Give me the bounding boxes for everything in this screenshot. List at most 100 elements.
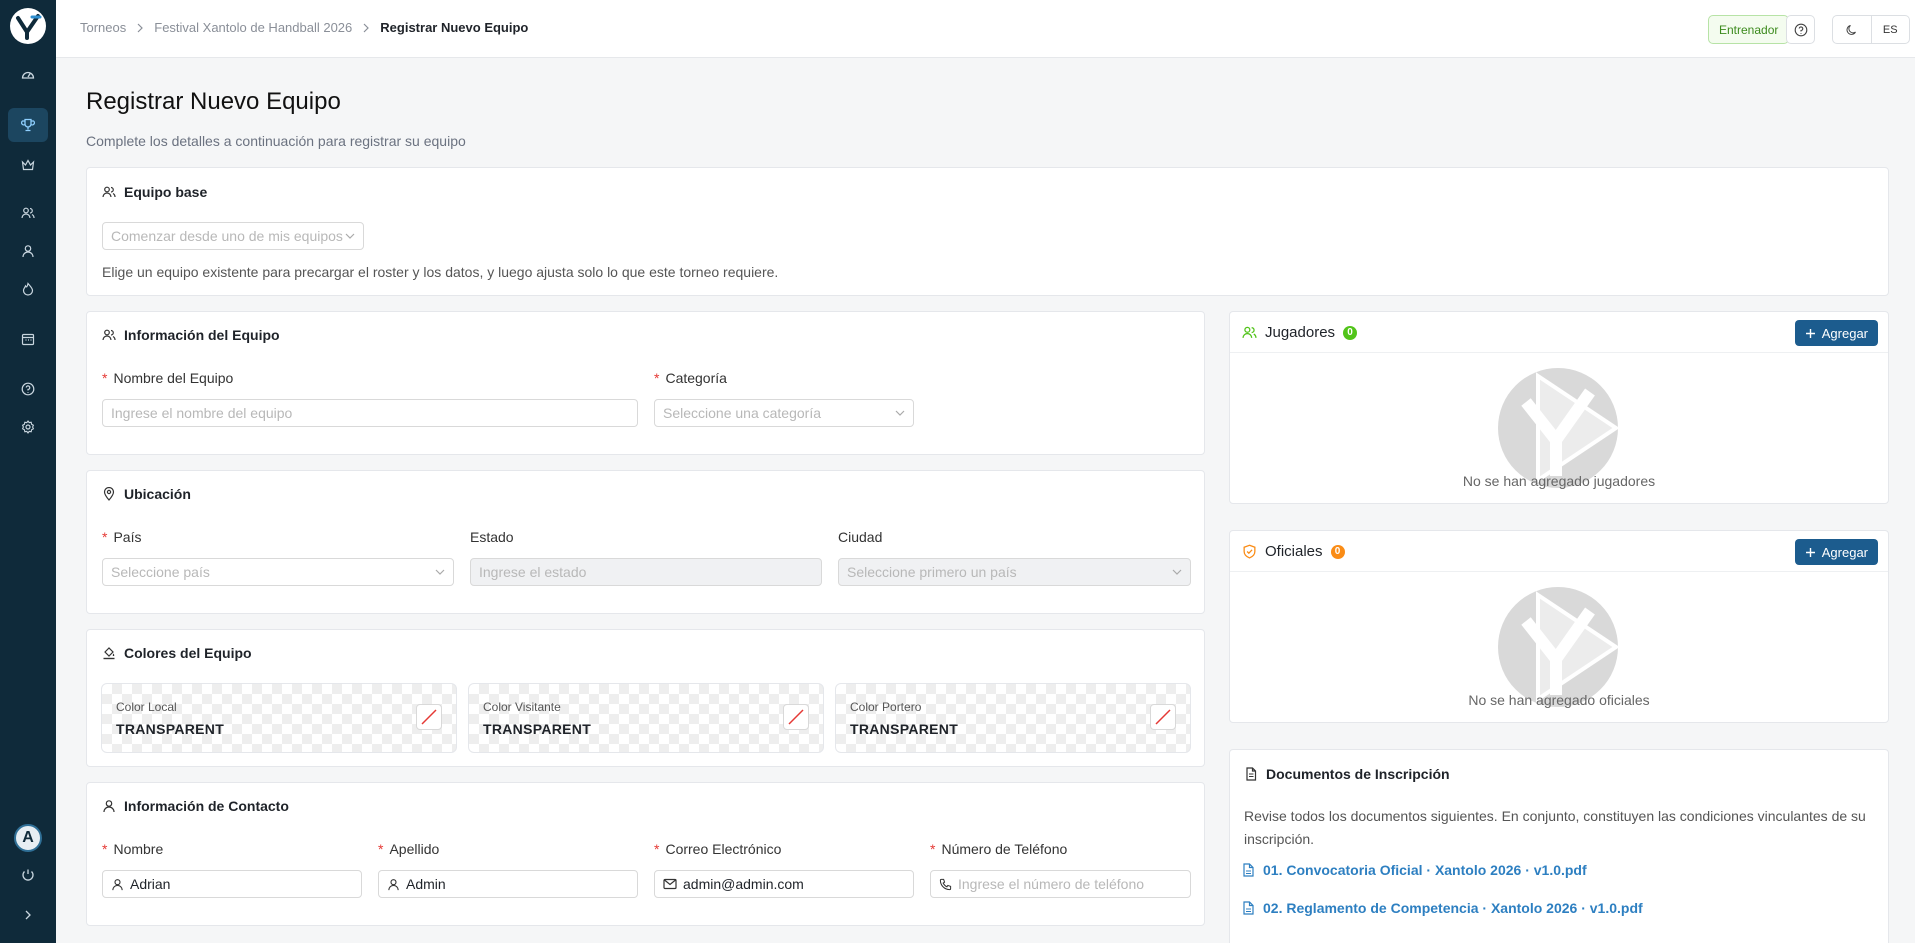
page-title: Registrar Nuevo Equipo [86,88,341,115]
document-link-label: 02. Reglamento de Competencia · Xantolo … [1263,900,1643,916]
dashboard-icon [21,71,35,79]
input-value: Adrian [130,876,171,892]
players-count-badge: 0 [1343,325,1358,340]
sidebar-item-tournaments[interactable] [8,108,48,142]
last-name-input[interactable]: Admin [378,870,638,898]
document-link[interactable]: 01. Convocatoria Oficial · Xantolo 2026 … [1242,862,1587,878]
input-placeholder: Ingrese el nombre del equipo [111,405,293,421]
document-link-label: 01. Convocatoria Oficial · Xantolo 2026 … [1263,862,1587,878]
chevron-down-icon [435,569,445,575]
officials-card: Oficiales 0 Agregar No se han agregado o… [1229,530,1889,723]
color-value: TRANSPARENT [850,721,959,737]
color-label: Color Local [116,700,177,714]
divider [1230,352,1888,353]
document-icon [1246,767,1257,781]
officials-header: Oficiales 0 [1242,543,1345,560]
goalkeeper-color-picker[interactable]: Color Portero TRANSPARENT [835,683,1191,753]
app-logo[interactable] [10,8,46,44]
crown-icon [21,159,35,171]
last-name-label: * Apellido [378,841,440,857]
team-name-input[interactable]: Ingrese el nombre del equipo [102,399,638,427]
select-placeholder: Comenzar desde uno de mis equipos [111,228,343,244]
team-name-label: * Nombre del Equipo [102,370,234,386]
input-value: admin@admin.com [683,876,804,892]
breadcrumb: Torneos Festival Xantolo de Handball 202… [80,20,528,35]
input-placeholder: Ingrese el estado [479,564,587,580]
email-input[interactable]: admin@admin.com [654,870,914,898]
help-icon [21,382,35,396]
base-team-select[interactable]: Comenzar desde uno de mis equipos [102,222,364,250]
pdf-file-icon [1243,901,1254,915]
select-placeholder: Seleccione país [111,564,210,580]
sidebar-item-players[interactable] [8,196,48,230]
plus-icon [1805,328,1815,338]
input-value: Admin [406,876,446,892]
trophy-icon [21,118,35,132]
team-icon [102,186,116,198]
email-label: * Correo Electrónico [654,841,782,857]
sidebar-expand-button[interactable] [8,898,48,932]
country-label: * País [102,529,142,545]
top-bar: Torneos Festival Xantolo de Handball 202… [56,0,1915,58]
country-select[interactable]: Seleccione país [102,558,454,586]
sidebar-item-dashboard[interactable] [8,58,48,92]
help-button[interactable] [1786,15,1815,44]
card-title: Colores del Equipo [124,645,252,661]
user-icon [22,245,34,258]
help-icon [1794,23,1807,36]
chevron-right-icon [25,910,31,920]
color-label: Color Portero [850,700,922,714]
sidebar-item-teams[interactable] [8,148,48,182]
calendar-icon [21,333,35,346]
sidebar-item-settings[interactable] [8,410,48,444]
breadcrumb-item-tournaments[interactable]: Torneos [80,20,126,35]
divider [1230,571,1888,572]
phone-input[interactable]: Ingrese el número de teléfono [930,870,1191,898]
card-title: Ubicación [124,486,191,502]
user-icon [111,878,124,891]
color-value: TRANSPARENT [483,721,592,737]
players-card: Jugadores 0 Agregar No se han agregado j… [1229,311,1889,504]
card-title: Información de Contacto [124,798,289,814]
no-color-icon [421,709,437,725]
add-official-button[interactable]: Agregar [1794,539,1878,565]
color-swatch-button[interactable] [416,704,442,730]
away-color-picker[interactable]: Color Visitante TRANSPARENT [468,683,824,753]
logo-icon [11,9,45,43]
shield-check-icon [1243,544,1256,559]
sidebar-item-activity[interactable] [8,272,48,306]
chevron-down-icon [1172,569,1182,575]
players-title: Jugadores [1265,324,1336,341]
phone-icon [939,878,952,891]
first-name-input[interactable]: Adrian [102,870,362,898]
sidebar-item-users[interactable] [8,234,48,268]
color-value: TRANSPARENT [116,721,225,737]
no-color-icon [788,709,804,725]
category-label: * Categoría [654,370,727,386]
moon-icon [1846,24,1856,35]
base-team-card: Equipo base Comenzar desde uno de mis eq… [86,167,1889,296]
players-empty-text: No se han agregado jugadores [1462,473,1656,489]
location-pin-icon [103,487,115,501]
sidebar-item-help[interactable] [8,372,48,406]
theme-toggle-button[interactable] [1833,16,1871,43]
category-select[interactable]: Seleccione una categoría [654,399,914,427]
theme-language-group: ES [1832,15,1910,44]
add-label: Agregar [1821,325,1868,341]
sidebar-item-calendar[interactable] [8,322,48,356]
language-button[interactable]: ES [1870,16,1910,43]
chevron-down-icon [345,233,355,239]
team-info-card: Información del Equipo * Nombre del Equip… [86,311,1205,455]
user-avatar[interactable]: A [14,824,42,852]
breadcrumb-item-tournament[interactable]: Festival Xantolo de Handball 2026 [154,20,352,35]
document-link[interactable]: 02. Reglamento de Competencia · Xantolo … [1242,900,1643,916]
color-swatch-button[interactable] [783,704,809,730]
add-player-button[interactable]: Agregar [1794,320,1878,346]
fire-icon [22,282,34,296]
power-icon [22,869,34,881]
chevron-right-icon [135,23,145,33]
color-swatch-button[interactable] [1150,704,1176,730]
home-color-picker[interactable]: Color Local TRANSPARENT [101,683,457,753]
breadcrumb-item-current: Registrar Nuevo Equipo [380,20,529,35]
sidebar-item-logout[interactable] [8,858,48,892]
